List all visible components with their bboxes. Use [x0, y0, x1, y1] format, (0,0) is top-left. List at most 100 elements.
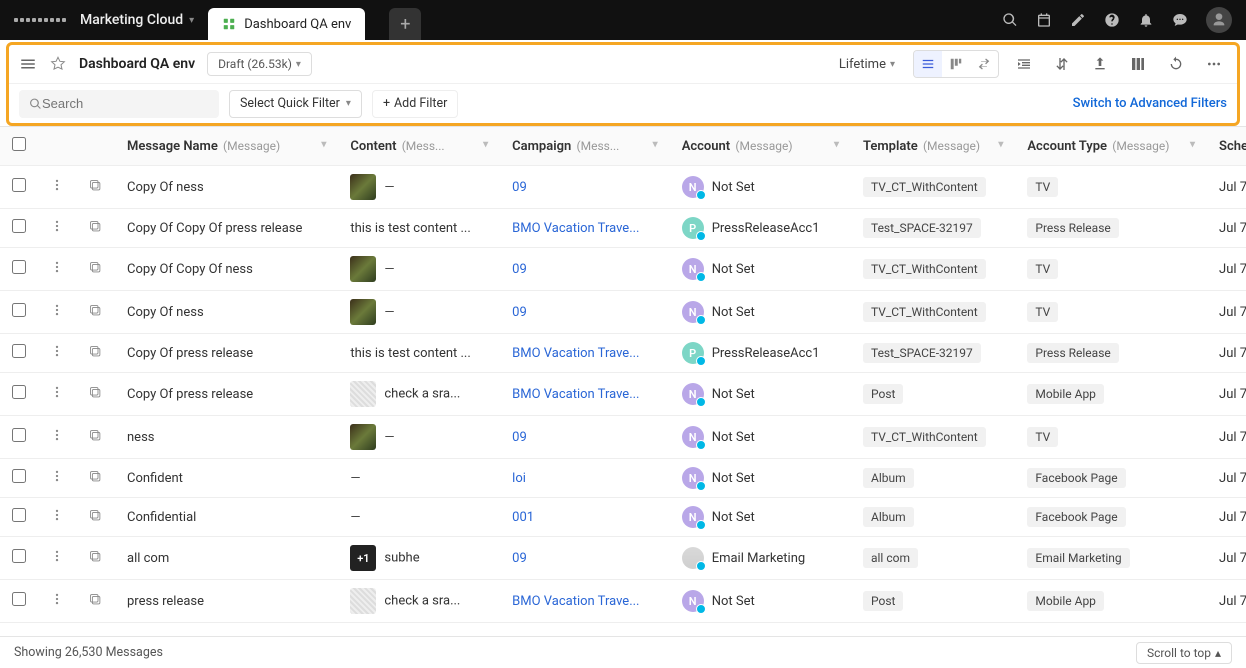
chat-icon[interactable] — [1172, 12, 1188, 28]
advanced-filters-link[interactable]: Switch to Advanced Filters — [1073, 96, 1227, 111]
campaign-link[interactable]: BMO Vacation Trave... — [512, 594, 639, 609]
row-menu-button[interactable] — [38, 373, 76, 416]
calendar-icon[interactable] — [1036, 12, 1052, 28]
campaign-link[interactable]: 001 — [512, 510, 534, 525]
table-row[interactable]: Copy Of ness—09NNot SetTV_CT_WithContent… — [0, 166, 1246, 209]
row-checkbox[interactable] — [12, 428, 26, 442]
row-menu-button[interactable] — [38, 459, 76, 498]
sort-icon[interactable] — [1049, 51, 1075, 77]
row-menu-button[interactable] — [38, 209, 76, 248]
row-link-icon[interactable] — [76, 459, 115, 498]
campaign-link[interactable]: 09 — [512, 551, 527, 566]
campaign-link[interactable]: 09 — [512, 262, 527, 277]
table-row[interactable]: press releasecheck a sra...BMO Vacation … — [0, 580, 1246, 623]
campaign-link[interactable]: BMO Vacation Trave... — [512, 346, 639, 361]
row-menu-button[interactable] — [38, 248, 76, 291]
table-row[interactable]: Confident—loiNNot SetAlbumFacebook PageJ… — [0, 459, 1246, 498]
favorite-icon[interactable] — [49, 55, 67, 73]
table-row[interactable]: Copy Of ness—09NNot SetTV_CT_WithContent… — [0, 291, 1246, 334]
user-avatar[interactable] — [1206, 7, 1232, 33]
row-menu-button[interactable] — [38, 623, 76, 627]
row-checkbox[interactable] — [12, 549, 26, 563]
table-row[interactable]: all com+1subhe09Email Marketingall comEm… — [0, 537, 1246, 580]
row-checkbox[interactable] — [12, 385, 26, 399]
timeframe-dropdown[interactable]: Lifetime ▾ — [839, 57, 895, 72]
row-link-icon[interactable] — [76, 166, 115, 209]
table-row[interactable]: Copy Of press releasethis is test conten… — [0, 334, 1246, 373]
row-menu-button[interactable] — [38, 416, 76, 459]
row-link-icon[interactable] — [76, 416, 115, 459]
search-input[interactable] — [42, 96, 209, 111]
row-link-icon[interactable] — [76, 209, 115, 248]
row-link-icon[interactable] — [76, 248, 115, 291]
row-menu-button[interactable] — [38, 291, 76, 334]
row-checkbox[interactable] — [12, 178, 26, 192]
campaign-link[interactable]: 09 — [512, 305, 527, 320]
search-box[interactable] — [19, 90, 219, 118]
add-filter-button[interactable]: + Add Filter — [372, 90, 458, 118]
draft-status-dropdown[interactable]: Draft (26.53k) ▾ — [207, 52, 312, 76]
table-row[interactable]: Confidential—001NNot SetAlbumFacebook Pa… — [0, 498, 1246, 537]
brand-dropdown[interactable]: Marketing Cloud ▾ — [80, 12, 194, 28]
row-checkbox[interactable] — [12, 344, 26, 358]
notifications-icon[interactable] — [1138, 12, 1154, 28]
row-menu-button[interactable] — [38, 334, 76, 373]
cell-content: — — [338, 166, 500, 209]
table-row[interactable]: Copy Of Copy Of ness—09NNot SetTV_CT_Wit… — [0, 248, 1246, 291]
row-checkbox[interactable] — [12, 508, 26, 522]
row-link-icon[interactable] — [76, 334, 115, 373]
row-link-icon[interactable] — [76, 373, 115, 416]
more-icon[interactable] — [1201, 51, 1227, 77]
indent-icon[interactable] — [1011, 51, 1037, 77]
col-campaign[interactable]: Campaign (Mess...▾ — [500, 127, 670, 166]
col-message-name[interactable]: Message Name (Message)▾ — [115, 127, 338, 166]
apps-menu-icon[interactable] — [14, 18, 66, 22]
campaign-link[interactable]: BMO Vacation Trave... — [512, 221, 639, 236]
col-content[interactable]: Content (Mess...▾ — [338, 127, 500, 166]
row-menu-button[interactable] — [38, 580, 76, 623]
quick-filter-dropdown[interactable]: Select Quick Filter ▾ — [229, 90, 362, 118]
campaign-link[interactable]: BMO Vacation Trave... — [512, 387, 639, 402]
table-row[interactable]: Copy Of Copy Of press releasethis is tes… — [0, 209, 1246, 248]
header-checkbox[interactable] — [0, 127, 38, 166]
refresh-icon[interactable] — [1163, 51, 1189, 77]
row-checkbox[interactable] — [12, 219, 26, 233]
row-checkbox[interactable] — [12, 592, 26, 606]
help-icon[interactable] — [1104, 12, 1120, 28]
table-row[interactable]: ness—09NNot SetTV_CT_WithContentTVJul 7,… — [0, 416, 1246, 459]
row-checkbox[interactable] — [12, 260, 26, 274]
row-link-icon[interactable] — [76, 291, 115, 334]
campaign-link[interactable]: loi — [512, 471, 526, 486]
account-type-chip: Mobile App — [1027, 384, 1104, 404]
table-row[interactable]: press releasethis is test content ...BMO… — [0, 623, 1246, 627]
scroll-to-top-button[interactable]: Scroll to top ▴ — [1136, 642, 1232, 664]
col-account[interactable]: Account (Message)▾ — [670, 127, 851, 166]
row-link-icon[interactable] — [76, 580, 115, 623]
row-menu-button[interactable] — [38, 498, 76, 537]
row-link-icon[interactable] — [76, 498, 115, 537]
row-checkbox[interactable] — [12, 303, 26, 317]
search-icon[interactable] — [1002, 12, 1018, 28]
menu-icon[interactable] — [19, 55, 37, 73]
list-view-button[interactable] — [914, 51, 942, 77]
row-link-icon[interactable] — [76, 537, 115, 580]
col-account-type[interactable]: Account Type (Message)▾ — [1015, 127, 1207, 166]
active-tab[interactable]: Dashboard QA env — [208, 8, 365, 40]
row-link-icon[interactable] — [76, 623, 115, 627]
row-menu-button[interactable] — [38, 537, 76, 580]
new-tab-button[interactable]: + — [389, 8, 421, 40]
col-scheduled[interactable]: Sched — [1207, 127, 1246, 166]
cell-account: NNot Set — [670, 373, 851, 416]
board-view-button[interactable] — [942, 51, 970, 77]
template-chip: TV_CT_WithContent — [863, 427, 986, 447]
swap-view-button[interactable] — [970, 51, 998, 77]
export-icon[interactable] — [1087, 51, 1113, 77]
edit-icon[interactable] — [1070, 12, 1086, 28]
campaign-link[interactable]: 09 — [512, 180, 527, 195]
table-row[interactable]: Copy Of press releasecheck a sra...BMO V… — [0, 373, 1246, 416]
row-menu-button[interactable] — [38, 166, 76, 209]
columns-icon[interactable] — [1125, 51, 1151, 77]
col-template[interactable]: Template (Message)▾ — [851, 127, 1015, 166]
row-checkbox[interactable] — [12, 469, 26, 483]
campaign-link[interactable]: 09 — [512, 430, 527, 445]
